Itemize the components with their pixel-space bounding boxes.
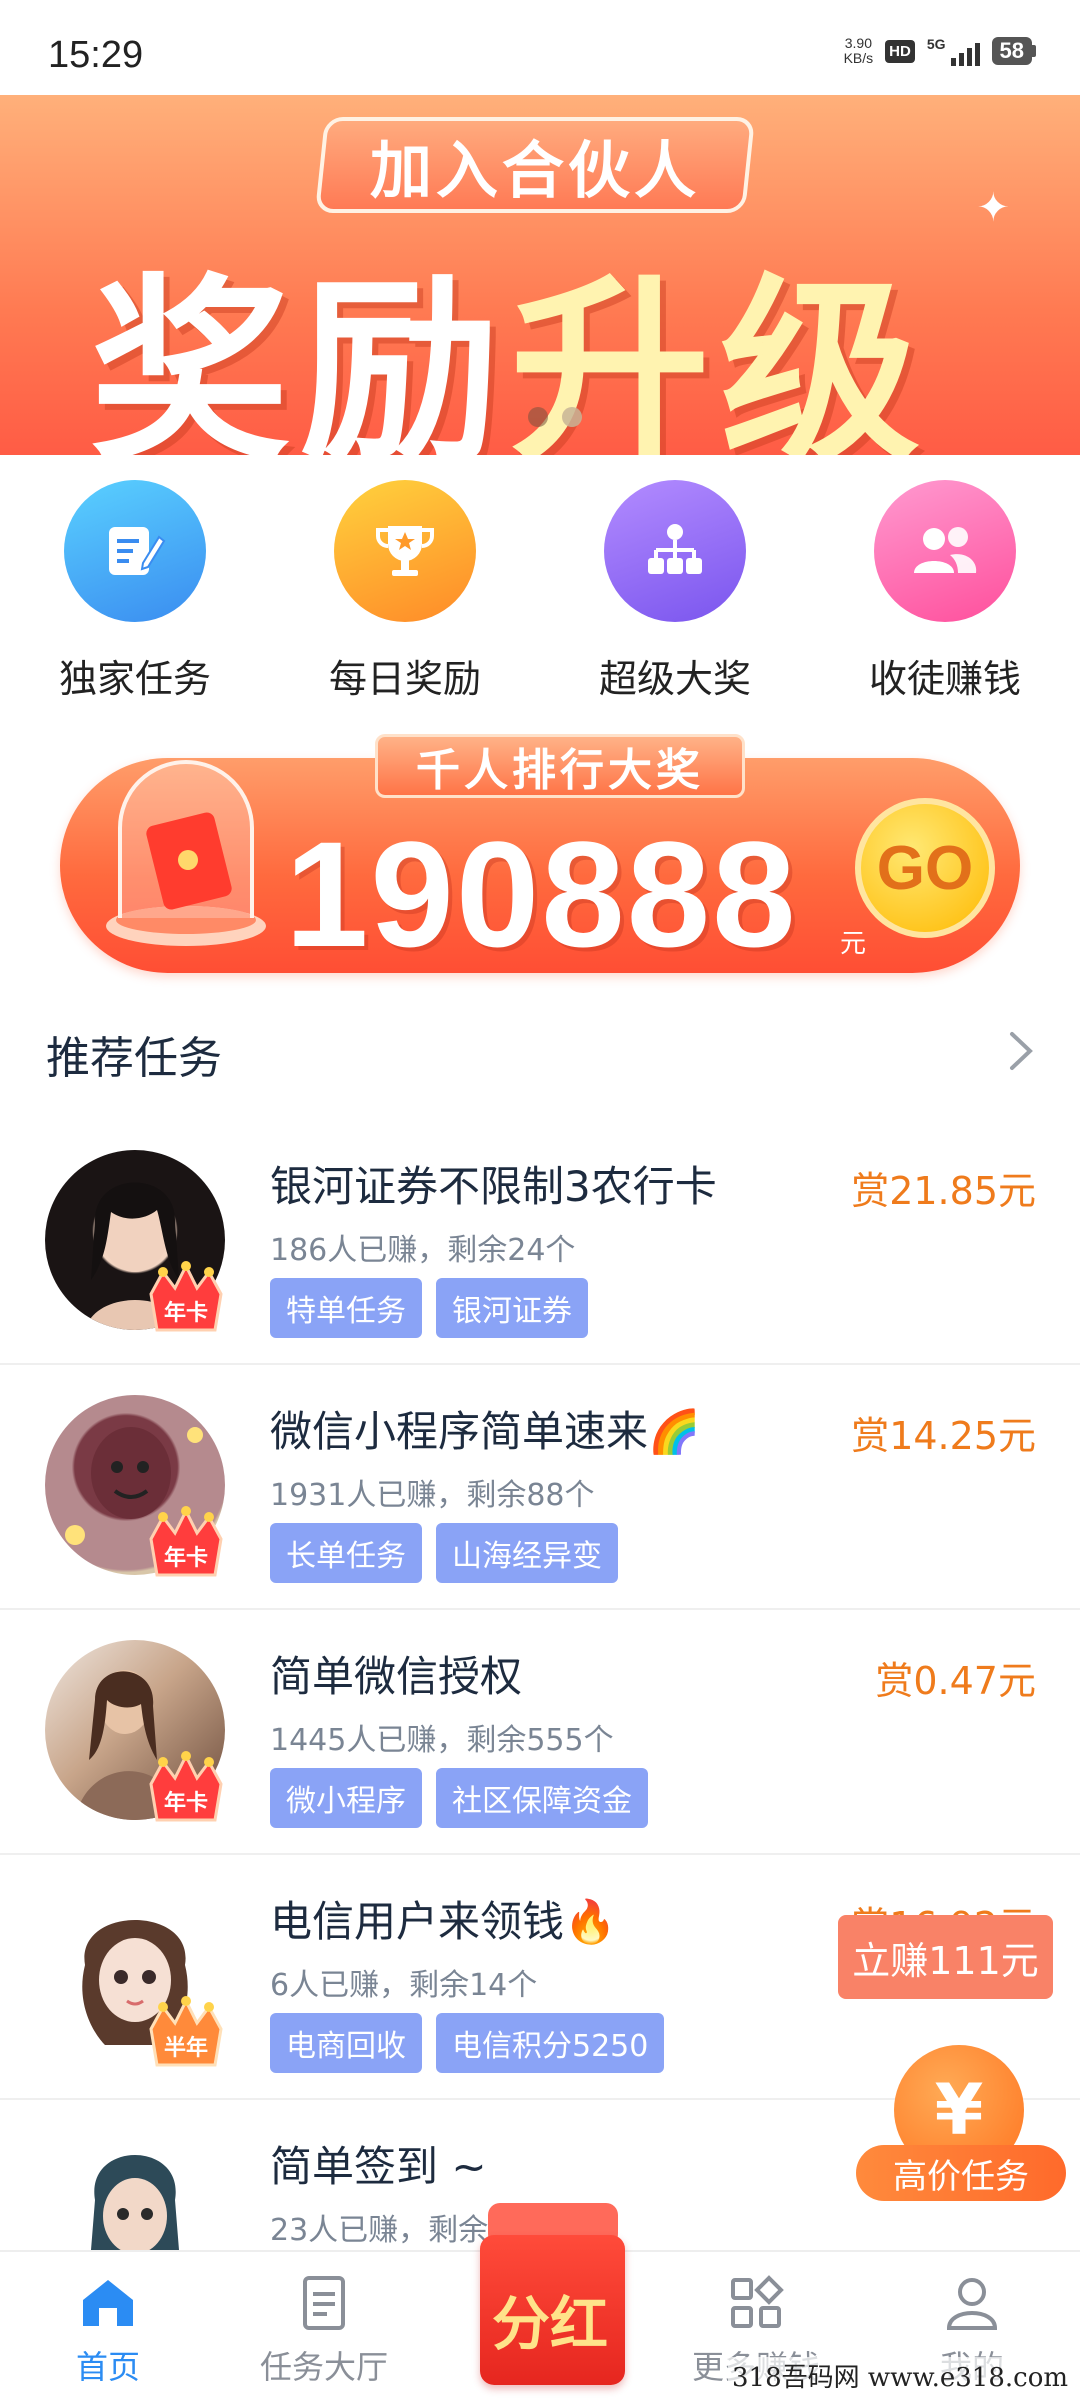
task-row[interactable]: 年卡 简单微信授权 赏0.47元 1445人已赚，剩余555个 微小程序 社区保… xyxy=(0,1610,1080,1855)
quick-item-super-prize[interactable]: 超级大奖 xyxy=(540,480,810,710)
task-row[interactable]: 年卡 微信小程序简单速来🌈 赏14.25元 1931人已赚，剩余88个 长单任务… xyxy=(0,1365,1080,1610)
task-tags: 特单任务 银河证券 xyxy=(270,1278,588,1338)
sparkle-icon: ✦ xyxy=(976,185,1010,231)
task-title: 简单签到 ~ xyxy=(270,2142,487,2191)
earn-now-button[interactable]: 立赚111元 xyxy=(838,1915,1053,1999)
battery-icon: 58 xyxy=(991,37,1036,65)
high-price-label: 高价任务 xyxy=(856,2145,1066,2201)
network-type: 5G xyxy=(926,36,946,52)
quick-item-label: 每日奖励 xyxy=(328,657,481,701)
promo-banner[interactable]: 加入合伙人 奖励升级 ✦ xyxy=(0,95,1080,455)
section-title: 推荐任务 xyxy=(46,1033,222,1084)
task-stats: 186人已赚，剩余24个 xyxy=(270,1233,576,1268)
banner-dot[interactable] xyxy=(528,407,548,427)
tab-label: 任务大厅 xyxy=(259,2348,388,2386)
rank-prize-banner[interactable]: 千人排行大奖 190888 元 GO xyxy=(60,734,1020,978)
battery-level: 58 xyxy=(991,37,1032,65)
signal-icon: 5G xyxy=(927,36,980,66)
trophy-icon xyxy=(334,480,476,622)
quick-item-exclusive-tasks[interactable]: 独家任务 xyxy=(0,480,270,710)
task-tag: 山海经异变 xyxy=(436,1523,618,1583)
quick-item-label: 超级大奖 xyxy=(598,657,751,701)
status-indicators: 3.90 KB/s HD 5G 58 xyxy=(844,36,1036,66)
quick-item-recruit-earn[interactable]: 收徒赚钱 xyxy=(810,480,1080,710)
person-icon xyxy=(946,2278,998,2330)
task-tag: 银河证券 xyxy=(436,1278,588,1338)
rank-amount: 190888 xyxy=(285,810,798,978)
tab-home[interactable]: 首页 xyxy=(0,2252,216,2400)
hd-icon: HD xyxy=(885,39,915,63)
net-speed-value: 3.90 xyxy=(844,35,872,51)
task-tag: 长单任务 xyxy=(270,1523,422,1583)
task-row[interactable]: 年卡 银河证券不限制3农行卡 赏21.85元 186人已赚，剩余24个 特单任务… xyxy=(0,1120,1080,1365)
hierarchy-icon xyxy=(604,480,746,622)
crown-badge-icon: 年卡 xyxy=(149,1261,223,1332)
banner-page-indicator xyxy=(528,407,582,427)
net-speed-unit: KB/s xyxy=(843,50,874,66)
crown-badge-text: 年卡 xyxy=(164,1790,208,1816)
banner-dot-active[interactable] xyxy=(562,407,582,427)
crown-badge-text: 半年 xyxy=(164,2035,208,2061)
quick-item-label: 独家任务 xyxy=(58,657,211,701)
high-price-task-button[interactable]: ¥ 高价任务 xyxy=(856,2045,1066,2225)
task-tags: 长单任务 山海经异变 xyxy=(270,1523,618,1583)
quick-item-label: 收徒赚钱 xyxy=(868,657,1021,701)
tab-label: 首页 xyxy=(75,2348,140,2386)
crown-badge-icon: 年卡 xyxy=(149,1506,223,1577)
watermark: 318吾码网 www.e318.com xyxy=(728,2357,1072,2394)
task-title: 电信用户来领钱🔥 xyxy=(270,1897,617,1946)
document-icon xyxy=(303,2276,345,2330)
task-tag: 特单任务 xyxy=(270,1278,422,1338)
task-tag: 微小程序 xyxy=(270,1768,422,1828)
chevron-right-icon[interactable] xyxy=(1000,1026,1040,1076)
task-reward: 赏0.47元 xyxy=(875,1659,1036,1703)
banner-headline-white: 奖励 xyxy=(90,257,511,455)
status-time: 15:29 xyxy=(48,34,144,76)
task-tags: 微小程序 社区保障资金 xyxy=(270,1768,648,1828)
red-envelope-globe-icon xyxy=(106,760,266,946)
task-title: 简单微信授权 xyxy=(270,1652,523,1701)
status-bar: 15:29 3.90 KB/s HD 5G 58 xyxy=(0,0,1080,95)
banner-headline: 奖励升级 xyxy=(90,210,930,455)
crown-badge-text: 年卡 xyxy=(164,1545,208,1571)
quick-menu: 独家任务 每日奖励 超级大奖 收徒赚钱 xyxy=(0,480,1080,710)
recommended-section-header[interactable]: 推荐任务 xyxy=(0,1010,1080,1090)
go-button[interactable]: GO xyxy=(855,798,995,938)
go-label: GO xyxy=(876,833,974,903)
banner-tag-text: 加入合伙人 xyxy=(369,134,700,207)
net-speed: 3.90 KB/s xyxy=(844,36,874,66)
task-reward: 赏14.25元 xyxy=(851,1414,1036,1458)
task-title: 银河证券不限制3农行卡 xyxy=(270,1162,717,1211)
task-stats: 1445人已赚，剩余555个 xyxy=(270,1723,614,1758)
task-tag: 社区保障资金 xyxy=(436,1768,648,1828)
task-tag: 电信积分5250 xyxy=(436,2013,665,2073)
task-stats: 6人已赚，剩余14个 xyxy=(270,1968,538,2003)
users-icon xyxy=(874,480,1016,622)
banner-tag: 加入合伙人 xyxy=(314,117,756,213)
rank-unit: 元 xyxy=(840,929,867,959)
rank-title-text: 千人排行大奖 xyxy=(416,745,704,796)
crown-badge-icon: 年卡 xyxy=(149,1751,223,1822)
task-stats: 1931人已赚，剩余88个 xyxy=(270,1478,595,1513)
tab-task-hall[interactable]: 任务大厅 xyxy=(216,2252,432,2400)
task-reward: 赏21.85元 xyxy=(851,1169,1036,1213)
dividend-label: 分红 xyxy=(491,2290,608,2358)
quick-item-daily-reward[interactable]: 每日奖励 xyxy=(270,480,540,710)
dividend-center-button[interactable]: 分红 xyxy=(470,2195,630,2395)
task-tags: 电商回收 电信积分5250 xyxy=(270,2013,665,2073)
apps-icon xyxy=(731,2275,784,2328)
task-title: 微信小程序简单速来🌈 xyxy=(270,1407,701,1456)
rank-title: 千人排行大奖 xyxy=(375,734,745,798)
task-tag: 电商回收 xyxy=(270,2013,422,2073)
crown-badge-icon: 半年 xyxy=(149,1996,223,2067)
home-icon xyxy=(83,2280,133,2326)
crown-badge-text: 年卡 xyxy=(164,1300,208,1326)
edit-note-icon xyxy=(64,480,206,622)
